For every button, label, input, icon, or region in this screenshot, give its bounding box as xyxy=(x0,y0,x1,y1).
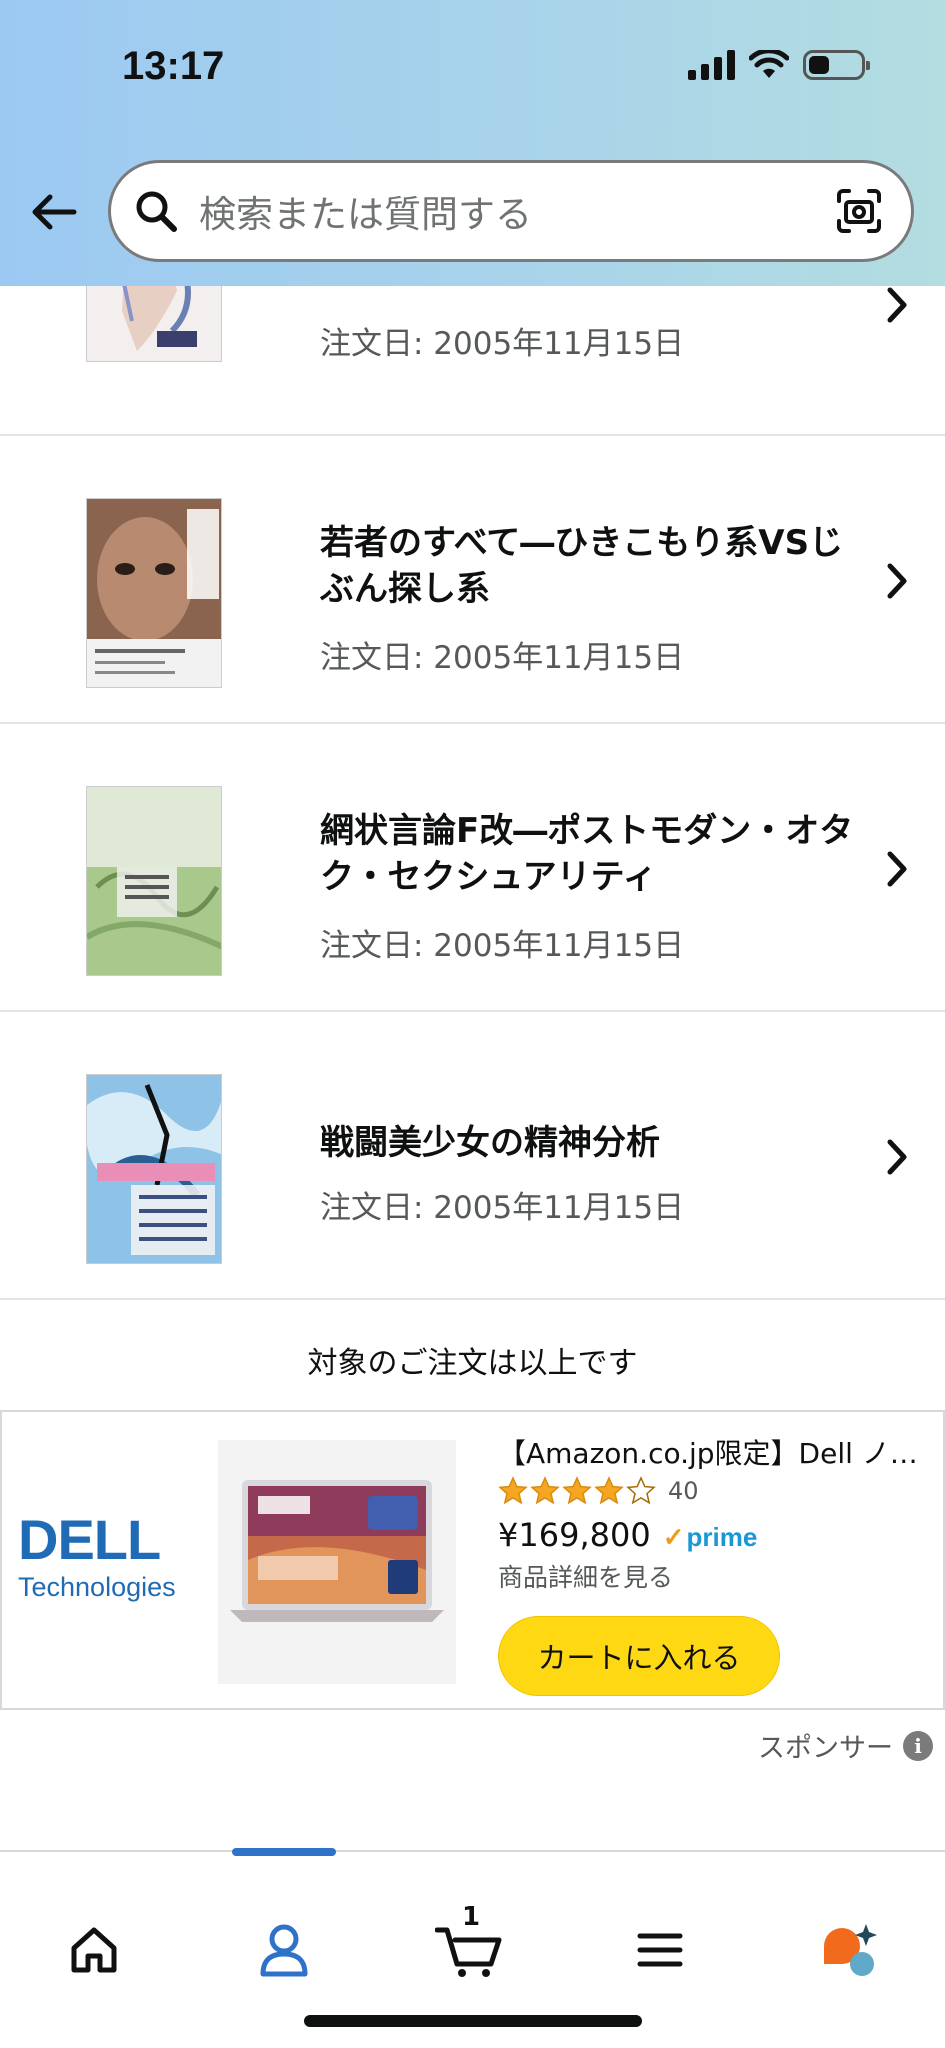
sponsored-label[interactable]: スポンサー i xyxy=(758,1726,933,1765)
book-cover-image xyxy=(86,498,222,688)
cart-count: 1 xyxy=(462,1902,481,1932)
info-icon[interactable]: i xyxy=(903,1730,933,1761)
end-of-orders-note: 対象のご注文は以上です xyxy=(307,1346,638,1381)
search-icon xyxy=(131,186,181,236)
sponsor-text: スポンサー xyxy=(758,1733,893,1764)
status-time: 13:17 xyxy=(122,44,225,88)
prime-badge: ✓ prime xyxy=(663,1522,758,1553)
top-header: 13:17 検索または質問する xyxy=(0,0,945,286)
dell-technologies-logo: DELL Technologies xyxy=(18,1512,188,1603)
cellular-signal-icon xyxy=(688,50,735,80)
order-row[interactable]: 網状言論F改―ポストモダン・オタク・セクシュアリティ 注文日: 2005年11月… xyxy=(0,724,945,1012)
hamburger-menu-icon xyxy=(637,1933,683,1967)
brand-sub: Technologies xyxy=(18,1572,176,1602)
order-date: 注文日: 2005年11月15日 xyxy=(320,928,685,964)
chevron-right-icon xyxy=(879,280,915,330)
order-date: 注文日: 2005年11月15日 xyxy=(320,640,685,676)
ad-price: ¥169,800 xyxy=(498,1516,651,1554)
order-row[interactable]: 若者のすべて―ひきこもり系VSじぶん探し系 注文日: 2005年11月15日 xyxy=(0,436,945,724)
laptop-product-image[interactable] xyxy=(218,1440,456,1684)
home-indicator xyxy=(304,2015,642,2027)
sponsored-ad[interactable]: DELL Technologies 【Amazon.co.jp限定】Dell ノ… xyxy=(0,1410,945,1710)
ad-product-title[interactable]: 【Amazon.co.jp限定】Dell ノート… xyxy=(498,1432,928,1472)
chevron-right-icon xyxy=(879,1132,915,1182)
camera-search-icon[interactable] xyxy=(833,185,885,237)
star-icon xyxy=(530,1476,560,1505)
star-icon xyxy=(626,1476,656,1505)
book-cover-image xyxy=(86,786,222,976)
battery-icon xyxy=(803,50,870,80)
order-title[interactable]: 戦闘美少女の精神分析 xyxy=(320,1120,860,1166)
account-icon xyxy=(260,1924,308,1977)
star-icon xyxy=(562,1476,592,1505)
active-tab-indicator xyxy=(232,1848,336,1856)
nav-cart[interactable]: 1 xyxy=(430,1902,510,1990)
order-date: 注文日: 2005年11月15日 xyxy=(320,326,685,362)
order-title[interactable]: 網状言論F改―ポストモダン・オタク・セクシュアリティ xyxy=(320,808,860,900)
order-title[interactable]: 若者のすべて―ひきこもり系VSじぶん探し系 xyxy=(320,520,860,612)
back-button[interactable] xyxy=(28,190,80,234)
prime-label: prime xyxy=(686,1522,758,1552)
nav-menu[interactable] xyxy=(620,1910,700,1990)
add-to-cart-button[interactable]: カートに入れる xyxy=(498,1616,780,1696)
book-cover-image xyxy=(86,1074,222,1264)
star-icon xyxy=(498,1476,528,1505)
nav-account[interactable] xyxy=(244,1910,324,1990)
battery-level xyxy=(809,56,829,74)
ai-assistant-icon xyxy=(824,1924,877,1976)
prime-check-icon: ✓ xyxy=(662,1522,685,1552)
order-row[interactable]: 戦闘美少女の精神分析 注文日: 2005年11月15日 xyxy=(0,1012,945,1300)
product-detail-link[interactable]: 商品詳細を見る xyxy=(498,1558,673,1594)
brand-word: DELL xyxy=(18,1508,161,1571)
back-arrow-icon xyxy=(32,194,77,230)
chevron-right-icon xyxy=(879,844,915,894)
search-input[interactable]: 検索または質問する xyxy=(199,184,833,238)
order-date: 注文日: 2005年11月15日 xyxy=(320,1190,685,1226)
star-rating: 40 xyxy=(498,1476,699,1506)
rating-count: 40 xyxy=(668,1477,699,1505)
star-icon xyxy=(594,1476,624,1505)
chevron-right-icon xyxy=(879,556,915,606)
search-bar[interactable]: 検索または質問する xyxy=(108,160,914,262)
nav-home[interactable] xyxy=(54,1910,134,1990)
status-icons xyxy=(688,50,870,80)
nav-rufus-assistant[interactable] xyxy=(810,1910,890,1990)
home-icon xyxy=(71,1927,117,1973)
wifi-icon xyxy=(749,50,789,78)
price-row: ¥169,800 ✓ prime xyxy=(498,1516,757,1554)
